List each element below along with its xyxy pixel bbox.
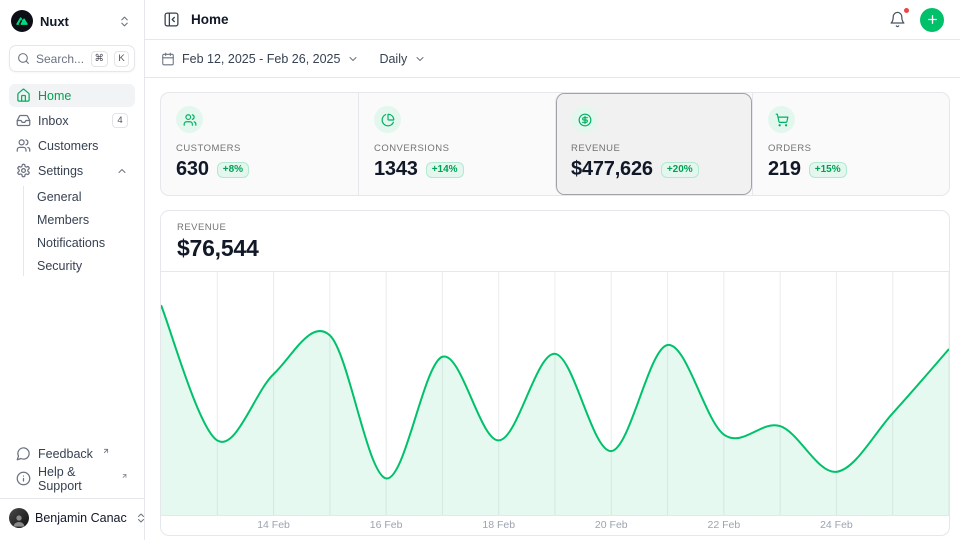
sidebar-item-members[interactable]: Members [33,209,135,230]
stats-row: CUSTOMERS 630 +8% CONVERSIONS 1343 +14% [160,92,950,196]
add-button[interactable] [920,8,944,32]
date-range-button[interactable]: Feb 12, 2025 - Feb 26, 2025 [161,52,359,66]
granularity-select[interactable]: Daily [379,52,426,66]
x-axis-label: 20 Feb [595,519,628,531]
sidebar-item-customers[interactable]: Customers [9,134,135,157]
delta-badge: +8% [217,162,249,178]
sidebar-item-home[interactable]: Home [9,84,135,107]
notification-dot [903,7,910,14]
cart-icon [768,106,795,133]
panel-left-close-icon [163,11,180,28]
message-circle-icon [16,446,31,461]
kbd-k: K [114,51,129,67]
user-name: Benjamin Canac [35,511,127,525]
sidebar-item-inbox[interactable]: Inbox 4 [9,109,135,132]
sidebar-item-security[interactable]: Security [33,255,135,276]
delta-badge: +14% [426,162,464,178]
users-icon [176,106,203,133]
main-area: Home Feb 12, 2025 - Feb 26, 2025 Daily [145,0,960,540]
user-menu[interactable]: Benjamin Canac [0,498,144,532]
content: CUSTOMERS 630 +8% CONVERSIONS 1343 +14% [145,78,960,540]
gear-icon [16,163,31,178]
sidebar-footer: Feedback Help & Support [9,442,135,498]
delta-badge: +15% [809,162,847,178]
revenue-chart-card: REVENUE $76,544 14 Feb 16 Feb 18 Feb 20 Feb… [160,210,950,536]
chevrons-up-down-icon [116,13,133,30]
topbar: Home [145,0,960,40]
sidebar-item-feedback[interactable]: Feedback [9,442,135,465]
sidebar-nav: Home Inbox 4 Customers Settings General … [9,84,135,442]
delta-badge: +20% [661,162,699,178]
stat-card-orders[interactable]: ORDERS 219 +15% [752,93,949,195]
chevron-up-icon [116,165,128,177]
info-circle-icon [16,471,31,486]
revenue-area-chart[interactable] [161,272,949,516]
calendar-icon [161,52,175,66]
x-axis-label: 22 Feb [707,519,740,531]
bell-icon [889,11,906,28]
sidebar-item-settings[interactable]: Settings [9,159,135,182]
search-input[interactable]: Search... ⌘ K [9,45,135,72]
inbox-icon [16,113,31,128]
settings-submenu: General Members Notifications Security [23,186,135,276]
chart-header: REVENUE $76,544 [161,211,949,272]
dollar-circle-icon [571,106,598,133]
filters-bar: Feb 12, 2025 - Feb 26, 2025 Daily [145,40,960,78]
stat-card-revenue[interactable]: REVENUE $477,626 +20% [555,93,752,195]
inbox-count-badge: 4 [112,113,128,128]
x-axis-labels: 14 Feb 16 Feb 18 Feb 20 Feb 22 Feb 24 Feb [161,516,949,535]
plus-icon [926,13,939,26]
chevron-down-icon [347,53,359,65]
x-axis-label: 14 Feb [257,519,290,531]
x-axis-label: 16 Feb [370,519,403,531]
search-placeholder: Search... [36,52,85,66]
x-axis-label: 18 Feb [482,519,515,531]
avatar [9,508,29,528]
home-icon [16,88,31,103]
chart-kicker: REVENUE [177,222,933,233]
stat-card-conversions[interactable]: CONVERSIONS 1343 +14% [358,93,555,195]
search-icon [17,52,30,65]
collapse-sidebar-button[interactable] [161,9,182,30]
workspace-switcher[interactable]: Nuxt [9,10,135,32]
sidebar-item-notifications[interactable]: Notifications [33,232,135,253]
x-axis-label: 24 Feb [820,519,853,531]
revenue-chart [161,272,949,515]
sidebar-item-general[interactable]: General [33,186,135,207]
users-icon [16,138,31,153]
pie-chart-icon [374,106,401,133]
page-title: Home [191,12,229,27]
notifications-button[interactable] [887,9,908,30]
external-link-icon [121,472,128,480]
kbd-cmd: ⌘ [91,51,109,67]
chart-total-value: $76,544 [177,235,933,262]
chevron-down-icon [414,53,426,65]
sidebar-item-help-support[interactable]: Help & Support [9,467,135,490]
external-link-icon [102,447,110,455]
stat-card-customers[interactable]: CUSTOMERS 630 +8% [161,93,358,195]
sidebar: Nuxt Search... ⌘ K Home Inbox 4 Customer… [0,0,145,540]
nuxt-logo-icon [11,10,33,32]
workspace-name: Nuxt [40,14,109,29]
